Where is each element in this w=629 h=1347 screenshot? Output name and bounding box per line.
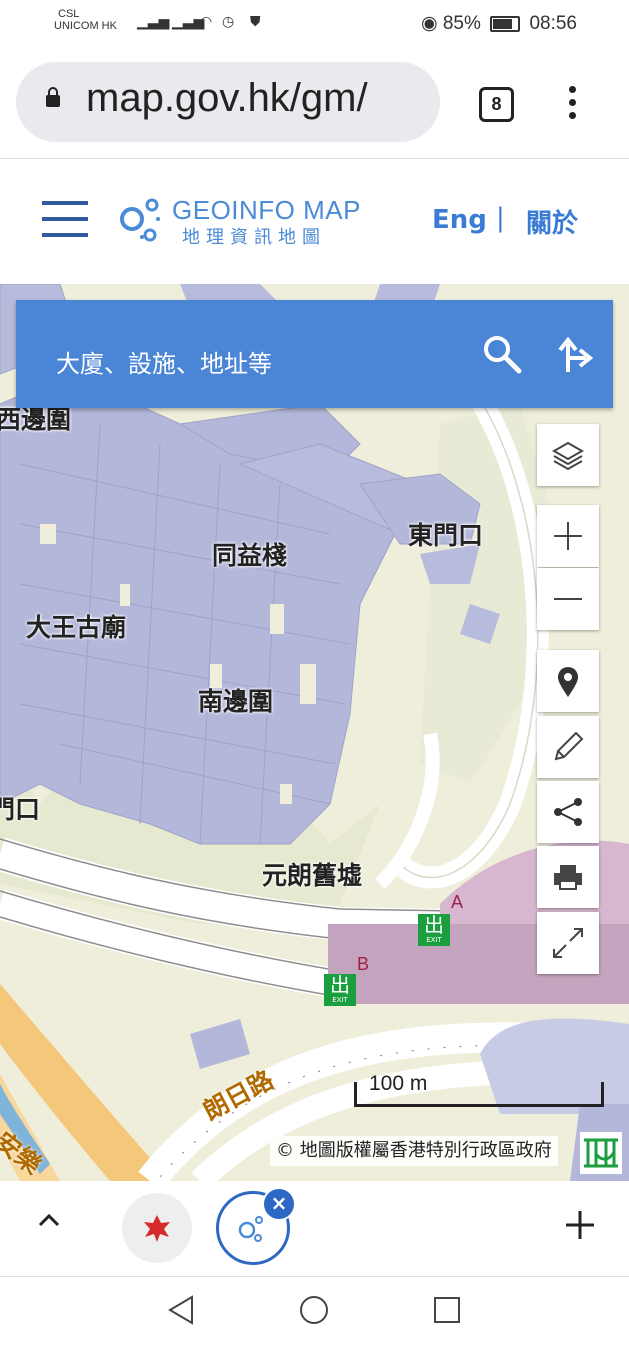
browser-menu-icon[interactable]: [568, 86, 578, 122]
map-label-old-market: 元朗舊墟: [262, 861, 363, 890]
clock-time: 08:56: [529, 13, 577, 34]
exit-b-label: B: [357, 954, 370, 974]
exit-b-sign: 出: [330, 973, 350, 997]
search-bar[interactable]: 大廈、設施、地址等: [16, 300, 613, 408]
carrier-line1: CSL: [58, 8, 80, 20]
tab-favicon-hkgov[interactable]: [122, 1193, 192, 1263]
share-button[interactable]: [537, 781, 599, 843]
battery-icon: [490, 15, 521, 32]
exit-a-sub: EXIT: [426, 936, 442, 944]
share-icon: [554, 798, 582, 826]
map-label-tai-wong-temple: 大王古廟: [26, 613, 127, 642]
system-nav-bar: [0, 1276, 629, 1347]
logo-title-zh: 地理資訊地圖: [182, 227, 326, 248]
address-bar[interactable]: map.gov.hk/gm/: [16, 62, 440, 142]
fullscreen-icon: [553, 928, 583, 958]
map-copyright: © 地圖版權屬香港特別行政區政府: [270, 1136, 558, 1166]
map-label-nam-pin-wai: 南邊圍: [198, 687, 274, 716]
pencil-icon: [554, 731, 584, 761]
print-icon: [554, 865, 582, 890]
tab-count: 8: [491, 94, 502, 114]
fullscreen-button[interactable]: [537, 912, 599, 974]
map-label-east-gate: 東門口: [408, 521, 484, 550]
carrier-label: CSL UNICOM HK: [54, 8, 117, 32]
map-base: [0, 284, 629, 1181]
scale-text: 100 m: [369, 1072, 428, 1095]
search-input[interactable]: 大廈、設施、地址等: [56, 344, 272, 379]
map-label-tung-yick: 同益棧: [212, 541, 288, 570]
map-label-gate-partial: 門口: [0, 795, 41, 824]
layers-button[interactable]: [537, 424, 599, 486]
tab-switcher-button[interactable]: 8: [479, 87, 514, 122]
close-tab-icon[interactable]: ×: [262, 1187, 296, 1221]
home-icon[interactable]: [298, 1293, 330, 1327]
logo-title-en: GEOINFO MAP: [172, 195, 361, 225]
map-canvas[interactable]: 西邊圍 東門口 同益棧 大王古廟 南邊圍 門口 元朗舊墟 朗日路 安樂 A B …: [0, 284, 629, 1181]
exit-a-sign: 出: [424, 913, 444, 937]
status-right: ◉ 85% 08:56: [421, 12, 577, 35]
lock-icon: [46, 87, 60, 107]
url-text[interactable]: map.gov.hk/gm/: [86, 76, 368, 121]
geoinfo-logo-icon: [120, 198, 160, 242]
exit-b-icon[interactable]: 出 EXIT: [324, 974, 356, 1006]
bauhinia-icon: [144, 1215, 170, 1242]
hk-gov-logo-icon: [580, 1132, 622, 1174]
link-separator: |: [496, 203, 505, 233]
location-button[interactable]: [537, 650, 599, 712]
scale-bar: 100 m: [354, 1072, 604, 1107]
back-icon[interactable]: [166, 1293, 196, 1327]
battery-percent: 85%: [442, 13, 481, 34]
print-button[interactable]: [537, 846, 599, 908]
directions-icon[interactable]: [556, 334, 596, 374]
location-pin-icon: [558, 667, 578, 697]
hamburger-menu-icon[interactable]: [42, 201, 88, 237]
exit-a-label: A: [451, 892, 464, 912]
eye-icon: ◉: [420, 13, 438, 34]
exit-b-sub: EXIT: [332, 996, 348, 1004]
browser-bottom-bar: ×: [0, 1181, 629, 1276]
zoom-out-icon: [554, 598, 582, 600]
site-header: GEOINFO MAP 地理資訊地圖 Eng | 關於: [0, 158, 629, 285]
zoom-in-button[interactable]: [537, 505, 599, 567]
search-icon[interactable]: [482, 334, 522, 374]
status-bar: CSL UNICOM HK ▁▃▅ ▁▃▅ ◠ ◷ ⛊ ◉ 85% 08:56: [0, 0, 629, 50]
exit-a-icon[interactable]: 出 EXIT: [418, 914, 450, 946]
carrier-line2: UNICOM HK: [54, 20, 117, 32]
signal-icon: ▁▃▅: [137, 14, 170, 30]
layers-icon: [551, 441, 585, 471]
zoom-in-icon: [554, 522, 582, 550]
english-link[interactable]: Eng: [432, 205, 487, 235]
about-link[interactable]: 關於: [526, 203, 578, 240]
clock-icon: ◷: [222, 14, 235, 30]
chevron-up-icon[interactable]: [36, 1207, 62, 1233]
wifi-icon: ◠: [200, 14, 213, 30]
new-tab-icon[interactable]: [562, 1207, 598, 1243]
draw-button[interactable]: [537, 716, 599, 778]
recents-icon[interactable]: [432, 1293, 462, 1327]
zoom-out-button[interactable]: [537, 568, 599, 630]
shield-icon: ⛊: [250, 14, 261, 30]
